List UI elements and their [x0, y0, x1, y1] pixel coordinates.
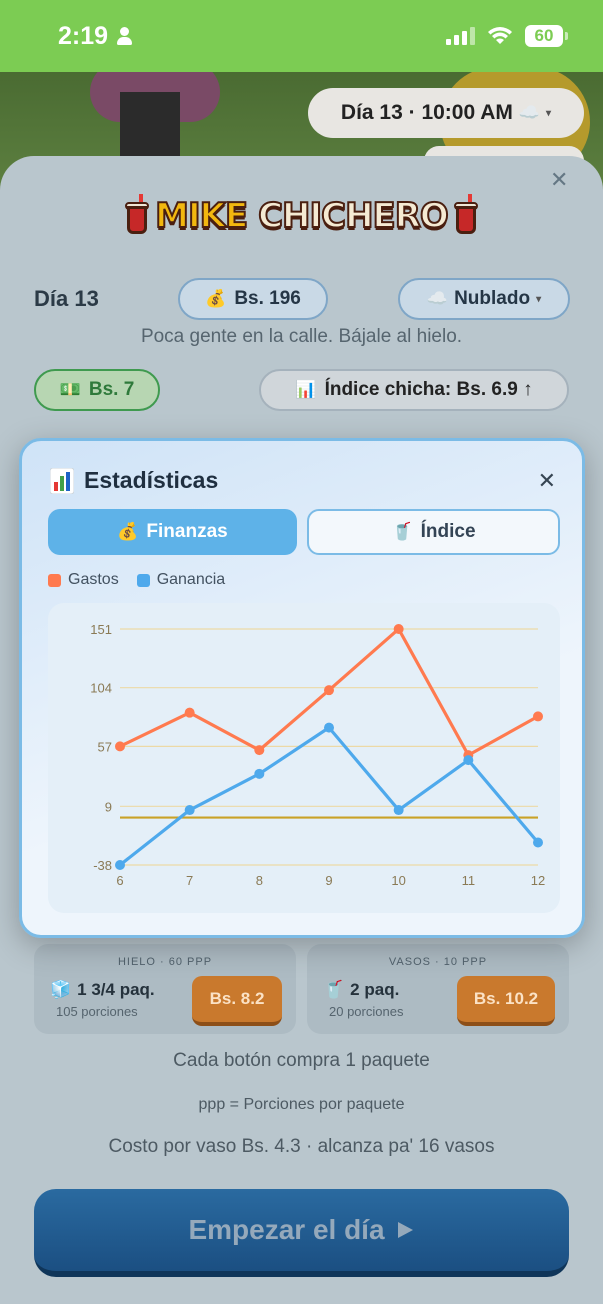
legend-item-gastos: Gastos — [48, 571, 119, 589]
legend-item-ganancia: Ganancia — [136, 571, 225, 589]
cloud-icon: ☁️ — [426, 289, 449, 309]
money-pill: 💰 Bs. 196 — [178, 278, 328, 320]
clock-text: 2:19 — [58, 21, 109, 50]
tab-indice[interactable]: 🥤 Índice — [307, 509, 560, 555]
buy-ice-button[interactable]: Bs. 8.2 — [192, 976, 282, 1026]
chevron-down-icon: ▾ — [546, 107, 552, 119]
data-point — [393, 624, 404, 634]
data-point — [324, 722, 334, 733]
supply-portions: 105 porciones — [56, 1004, 138, 1019]
cups-supply-card: VASOS · 10 PPP 🥤 2 paq. 20 porciones Bs.… — [307, 944, 569, 1034]
data-point — [463, 755, 474, 766]
legend-swatch — [48, 573, 61, 587]
x-tick-label: 6 — [116, 873, 123, 888]
status-time: 2:19 — [58, 21, 133, 51]
data-point — [533, 711, 543, 722]
tab-finanzas[interactable]: 💰 Finanzas — [48, 509, 297, 555]
day-label: Día 13 — [34, 286, 99, 311]
start-day-button[interactable]: Empezar el día — [34, 1189, 569, 1277]
data-point — [324, 685, 334, 696]
cloud-icon: ☁️ — [518, 103, 541, 123]
money-bag-icon: 💰 — [205, 289, 227, 309]
data-point — [115, 741, 125, 752]
scene-character — [120, 92, 180, 162]
bar-chart-icon — [50, 467, 74, 494]
series-line-ganancia — [118, 726, 540, 867]
modal-close-icon[interactable]: ✕ — [538, 469, 556, 494]
modal-title: Estadísticas — [50, 467, 218, 494]
supply-amount: 🥤 2 paq. — [323, 980, 400, 1000]
signal-icon — [446, 27, 475, 45]
y-tick-label: 57 — [98, 739, 112, 754]
weather-pill[interactable]: ☁️ Nublado ▾ — [398, 278, 570, 320]
stats-tabs: 💰 Finanzas 🥤 Índice — [48, 509, 560, 555]
legend-swatch — [136, 573, 150, 587]
chart-area: 151 104 57 9 -38 6 7 8 9 10 11 12 — [48, 603, 560, 913]
purchase-note: Cada botón compra 1 paquete — [173, 1050, 430, 1071]
person-icon — [116, 27, 133, 45]
weather-hint: Poca gente en la calle. Bájale al hielo. — [140, 326, 463, 347]
battery-icon: 60 — [525, 25, 568, 47]
money-bag-icon: 💰 — [117, 522, 139, 542]
supply-title: VASOS · 10 PPP — [388, 956, 488, 968]
supply-title: HIELO · 60 PPP — [117, 956, 213, 968]
day-time-pill[interactable]: Día 13 · 10:00 AM ☁️ ▾ — [308, 88, 584, 138]
wifi-icon — [488, 27, 512, 44]
cup-icon: 🥤 — [391, 522, 413, 542]
day-time-label: Día 13 · 10:00 AM — [340, 101, 513, 124]
buy-cups-button[interactable]: Bs. 10.2 — [457, 976, 555, 1026]
x-tick-label: 9 — [325, 873, 332, 888]
start-label: Empezar el día — [188, 1214, 385, 1245]
cash-value: Bs. 7 — [88, 379, 135, 400]
x-tick-label: 11 — [462, 873, 476, 888]
game-logo: MIKE CHICHERO — [0, 194, 603, 237]
x-tick-label: 10 — [391, 873, 405, 888]
chicha-cup-icon — [125, 194, 150, 234]
chicha-cup-icon — [453, 194, 478, 234]
data-point — [254, 745, 265, 756]
cash-icon: 💵 — [59, 380, 81, 400]
index-pill[interactable]: 📊 Índice chicha: Bs. 6.9 ↑ — [259, 369, 569, 411]
money-value: Bs. 196 — [234, 288, 301, 309]
data-point — [254, 768, 265, 779]
weather-value: Nublado — [454, 288, 531, 309]
ppp-note: ppp = Porciones por paquete — [198, 1096, 405, 1113]
supply-amount: 🧊 1 3/4 paq. — [50, 980, 155, 1000]
data-point — [393, 805, 404, 816]
logo-text: MIKE CHICHERO — [154, 195, 450, 237]
supply-portions: 20 porciones — [329, 1004, 404, 1019]
cup-icon: 🥤 — [323, 980, 345, 1000]
data-point — [533, 837, 543, 848]
sheet-close-icon[interactable]: ✕ — [550, 168, 568, 193]
y-tick-label: -38 — [93, 858, 112, 873]
battery-level: 60 — [534, 26, 554, 45]
status-indicators: 60 — [446, 25, 568, 47]
ice-icon: 🧊 — [50, 980, 72, 1000]
y-tick-label: 104 — [90, 681, 112, 696]
line-chart: 151 104 57 9 -38 6 7 8 9 10 11 12 — [90, 622, 545, 888]
ice-supply-card: HIELO · 60 PPP 🧊 1 3/4 paq. 105 porcione… — [34, 944, 296, 1034]
x-tick-label: 7 — [186, 873, 193, 888]
data-point — [184, 707, 195, 718]
y-tick-label: 151 — [90, 622, 112, 637]
play-icon — [397, 1222, 413, 1238]
chevron-down-icon: ▾ — [536, 293, 542, 305]
y-tick-label: 9 — [105, 799, 112, 814]
x-tick-label: 8 — [256, 873, 263, 888]
chart-legend: Gastos Ganancia — [48, 571, 225, 589]
bar-chart-icon: 📊 — [295, 380, 317, 400]
data-point — [115, 860, 125, 870]
status-bar: 2:19 60 — [0, 0, 603, 72]
cost-note: Costo por vaso Bs. 4.3 · alcanza pa' 16 … — [108, 1136, 495, 1157]
cash-pill: 💵 Bs. 7 — [34, 369, 160, 411]
data-point — [184, 805, 195, 816]
x-tick-label: 12 — [531, 873, 545, 888]
index-value: Índice chicha: Bs. 6.9 ↑ — [324, 379, 533, 400]
stats-modal: Estadísticas ✕ 💰 Finanzas 🥤 Índice Gasto… — [19, 438, 585, 938]
